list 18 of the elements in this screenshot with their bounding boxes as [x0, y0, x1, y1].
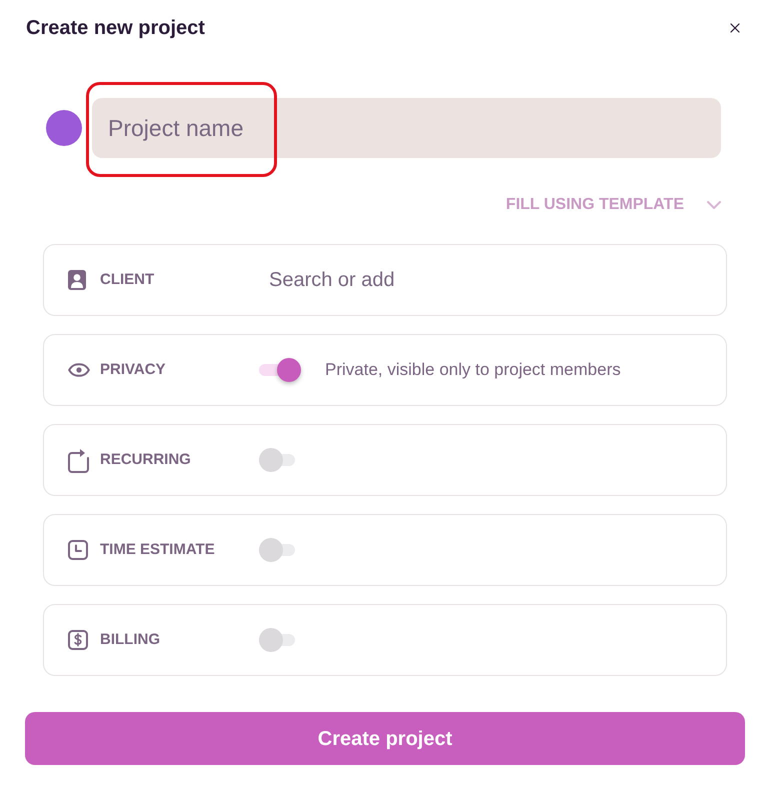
client-search-field[interactable]: Search or add	[259, 260, 702, 300]
option-label: PRIVACY	[100, 360, 166, 380]
option-label: RECURRING	[100, 450, 191, 470]
option-label: TIME ESTIMATE	[100, 540, 215, 560]
toggle-switch[interactable]	[259, 358, 301, 382]
client-field[interactable]: CLIENT Search or add	[43, 244, 727, 316]
create-project-button[interactable]: Create project	[25, 712, 745, 765]
option-label: CLIENT	[100, 270, 154, 290]
toggle-description: Private, visible only to project members	[325, 359, 621, 382]
dialog-title: Create new project	[26, 16, 205, 41]
option-label: BILLING	[100, 630, 160, 650]
eye-icon	[68, 363, 90, 377]
template-dropdown[interactable]: FILL USING TEMPLATE	[506, 195, 726, 215]
dollar-square-icon	[68, 630, 88, 650]
person-card-icon	[68, 270, 86, 290]
project-name-field[interactable]: Project name	[92, 98, 721, 158]
rotate-arrow-icon	[68, 448, 90, 472]
clock-square-icon	[68, 540, 88, 560]
